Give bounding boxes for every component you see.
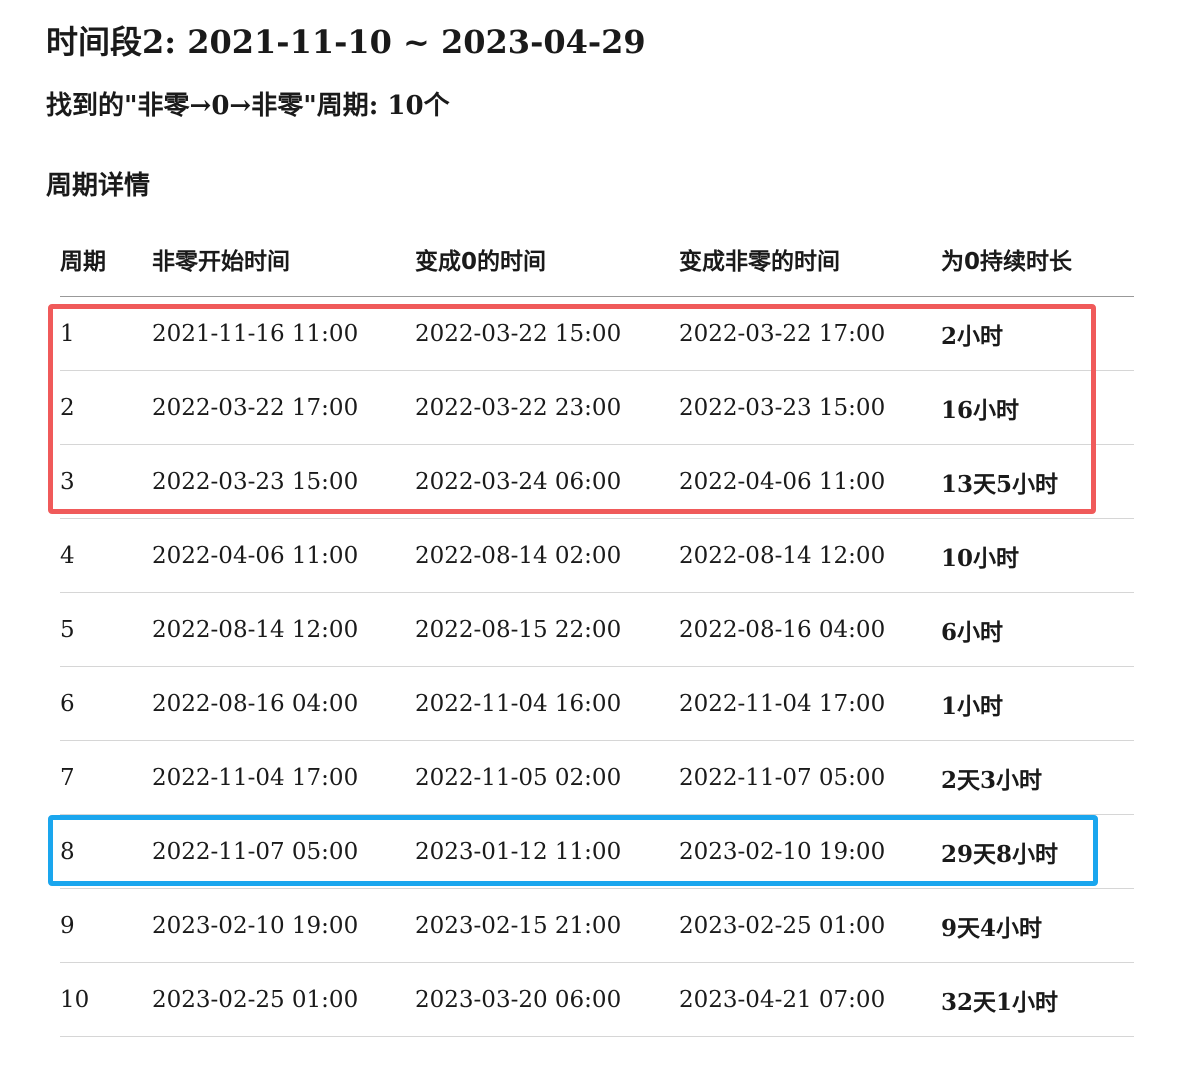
header-zero-duration: 为0持续时长: [941, 222, 1134, 297]
header-cycle: 周期: [60, 222, 152, 297]
table-row: 9 2023-02-10 19:00 2023-02-15 21:00 2023…: [60, 888, 1134, 963]
cell-became-zero: 2023-02-15 21:00: [415, 888, 679, 963]
cell-cycle: 1: [60, 296, 152, 371]
table-row: 10 2023-02-25 01:00 2023-03-20 06:00 202…: [60, 962, 1134, 1037]
cell-became-nonzero: 2023-04-21 07:00: [679, 962, 941, 1037]
table-row: 6 2022-08-16 04:00 2022-11-04 16:00 2022…: [60, 666, 1134, 741]
cell-zero-duration: 1小时: [941, 666, 1134, 741]
cell-became-zero: 2023-01-12 11:00: [415, 814, 679, 889]
cell-nonzero-start: 2022-03-22 17:00: [152, 370, 415, 445]
cell-cycle: 2: [60, 370, 152, 445]
cell-became-zero: 2022-08-14 02:00: [415, 518, 679, 593]
cell-cycle: 7: [60, 740, 152, 815]
table-row: 2 2022-03-22 17:00 2022-03-22 23:00 2022…: [60, 370, 1134, 445]
table-header-row: 周期 非零开始时间 变成0的时间 变成非零的时间 为0持续时长: [60, 222, 1134, 297]
cell-zero-duration: 10小时: [941, 518, 1134, 593]
cell-nonzero-start: 2022-03-23 15:00: [152, 444, 415, 519]
cell-nonzero-start: 2022-11-07 05:00: [152, 814, 415, 889]
cycle-details-table: 周期 非零开始时间 变成0的时间 变成非零的时间 为0持续时长 1 2021-1…: [60, 222, 1134, 1037]
cell-became-nonzero: 2022-03-22 17:00: [679, 296, 941, 371]
cell-cycle: 9: [60, 888, 152, 963]
cell-cycle: 10: [60, 962, 152, 1037]
table-row: 5 2022-08-14 12:00 2022-08-15 22:00 2022…: [60, 592, 1134, 667]
cell-became-nonzero: 2023-02-10 19:00: [679, 814, 941, 889]
cell-cycle: 3: [60, 444, 152, 519]
cell-became-nonzero: 2022-08-14 12:00: [679, 518, 941, 593]
header-became-nonzero: 变成非零的时间: [679, 222, 941, 297]
cell-nonzero-start: 2023-02-25 01:00: [152, 962, 415, 1037]
table-row: 7 2022-11-04 17:00 2022-11-05 02:00 2022…: [60, 740, 1134, 815]
cell-became-zero: 2023-03-20 06:00: [415, 962, 679, 1037]
cell-cycle: 8: [60, 814, 152, 889]
header-nonzero-start: 非零开始时间: [152, 222, 415, 297]
cell-nonzero-start: 2022-08-16 04:00: [152, 666, 415, 741]
cell-zero-duration: 32天1小时: [941, 962, 1134, 1037]
cell-became-zero: 2022-08-15 22:00: [415, 592, 679, 667]
cell-became-zero: 2022-03-22 23:00: [415, 370, 679, 445]
cell-became-zero: 2022-03-24 06:00: [415, 444, 679, 519]
cell-became-zero: 2022-11-04 16:00: [415, 666, 679, 741]
cell-zero-duration: 9天4小时: [941, 888, 1134, 963]
cell-zero-duration: 2小时: [941, 296, 1134, 371]
table-row: 1 2021-11-16 11:00 2022-03-22 15:00 2022…: [60, 296, 1134, 371]
cell-became-nonzero: 2022-03-23 15:00: [679, 370, 941, 445]
cell-nonzero-start: 2022-04-06 11:00: [152, 518, 415, 593]
cell-became-nonzero: 2022-08-16 04:00: [679, 592, 941, 667]
cell-cycle: 4: [60, 518, 152, 593]
cell-became-nonzero: 2023-02-25 01:00: [679, 888, 941, 963]
cell-nonzero-start: 2023-02-10 19:00: [152, 888, 415, 963]
cell-nonzero-start: 2022-11-04 17:00: [152, 740, 415, 815]
cell-nonzero-start: 2021-11-16 11:00: [152, 296, 415, 371]
cell-cycle: 5: [60, 592, 152, 667]
page-title: 时间段2: 2021-11-10 ~ 2023-04-29: [46, 23, 646, 61]
table-row: 8 2022-11-07 05:00 2023-01-12 11:00 2023…: [60, 814, 1134, 889]
table-row: 4 2022-04-06 11:00 2022-08-14 02:00 2022…: [60, 518, 1134, 593]
cell-zero-duration: 2天3小时: [941, 740, 1134, 815]
cell-became-nonzero: 2022-11-07 05:00: [679, 740, 941, 815]
table-row: 3 2022-03-23 15:00 2022-03-24 06:00 2022…: [60, 444, 1134, 519]
cell-zero-duration: 6小时: [941, 592, 1134, 667]
header-became-zero: 变成0的时间: [415, 222, 679, 297]
cell-became-nonzero: 2022-11-04 17:00: [679, 666, 941, 741]
section-title: 周期详情: [46, 171, 151, 201]
cell-zero-duration: 29天8小时: [941, 814, 1134, 889]
cell-became-zero: 2022-11-05 02:00: [415, 740, 679, 815]
cell-cycle: 6: [60, 666, 152, 741]
cell-nonzero-start: 2022-08-14 12:00: [152, 592, 415, 667]
cycle-count-summary: 找到的"非零→0→非零"周期: 10个: [46, 91, 450, 121]
cell-became-nonzero: 2022-04-06 11:00: [679, 444, 941, 519]
cell-became-zero: 2022-03-22 15:00: [415, 296, 679, 371]
cell-zero-duration: 13天5小时: [941, 444, 1134, 519]
cell-zero-duration: 16小时: [941, 370, 1134, 445]
